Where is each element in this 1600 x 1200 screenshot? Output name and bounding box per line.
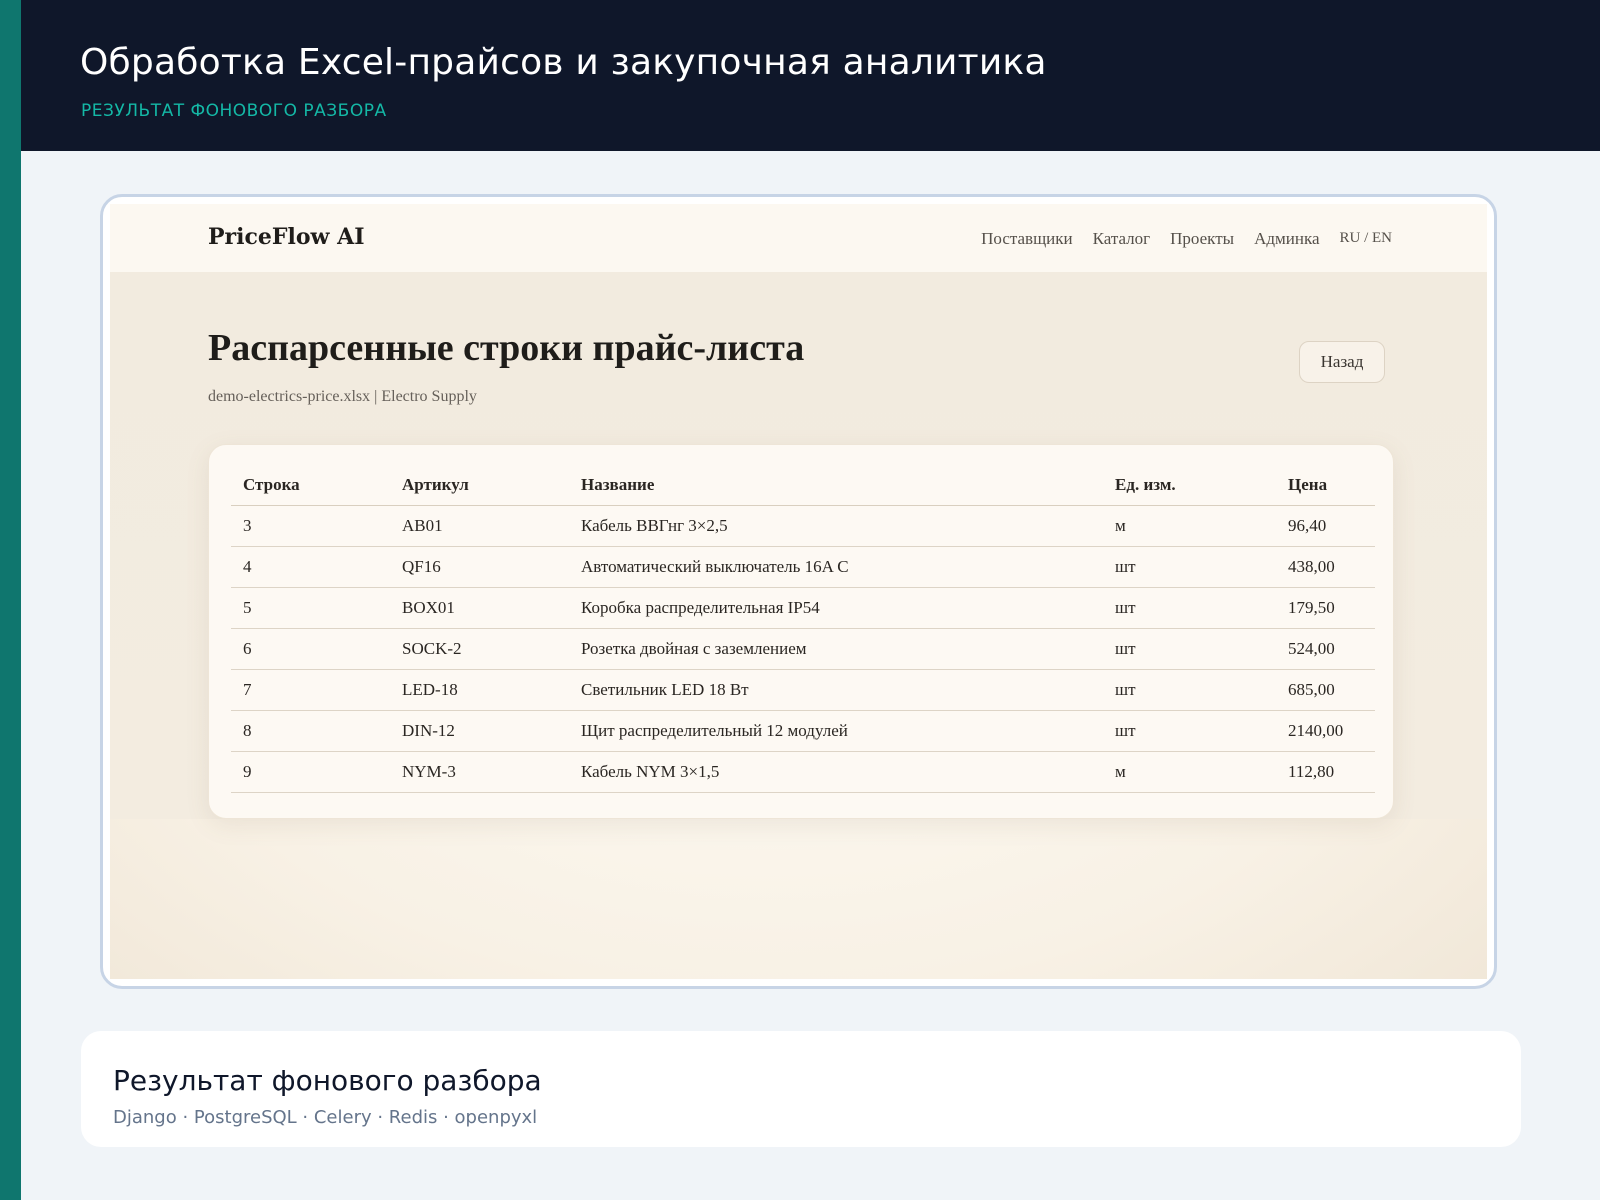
cell-unit: шт — [1103, 628, 1276, 670]
cell-name: Автоматический выключатель 16A C — [569, 546, 1103, 588]
app-content: Распарсенные строки прайс-листа demo-ele… — [110, 272, 1487, 819]
nav-suppliers[interactable]: Поставщики — [981, 229, 1073, 249]
column-header-row: Строка — [231, 465, 390, 506]
parsed-rows-table: Строка Артикул Название Ед. изм. Цена 3 … — [231, 465, 1375, 793]
cell-row: 9 — [231, 751, 390, 793]
screenshot-frame: PriceFlow AI Поставщики Каталог Проекты … — [100, 194, 1497, 989]
cell-name: Щит распределительный 12 модулей — [569, 710, 1103, 752]
table-row: 5 BOX01 Коробка распределительная IP54 ш… — [231, 587, 1375, 629]
table-card: Строка Артикул Название Ед. изм. Цена 3 … — [208, 444, 1394, 819]
cell-name: Коробка распределительная IP54 — [569, 587, 1103, 629]
presentation-header: Обработка Excel-прайсов и закупочная ана… — [21, 0, 1600, 151]
cell-name: Кабель NYM 3×1,5 — [569, 751, 1103, 793]
result-title: Результат фонового разбора — [113, 1064, 542, 1097]
nav-projects[interactable]: Проекты — [1170, 229, 1234, 249]
cell-name: Кабель ВВГнг 3×2,5 — [569, 505, 1103, 547]
cell-unit: шт — [1103, 710, 1276, 752]
cell-name: Светильник LED 18 Вт — [569, 669, 1103, 711]
cell-row: 7 — [231, 669, 390, 711]
nav-admin[interactable]: Админка — [1254, 229, 1319, 249]
back-button[interactable]: Назад — [1299, 341, 1385, 383]
nav-catalog[interactable]: Каталог — [1093, 229, 1151, 249]
accent-stripe — [0, 0, 21, 1200]
page-title: Распарсенные строки прайс-листа — [208, 327, 805, 369]
cell-sku: SOCK-2 — [390, 628, 569, 670]
table-row: 7 LED-18 Светильник LED 18 Вт шт 685,00 — [231, 669, 1375, 711]
cell-sku: BOX01 — [390, 587, 569, 629]
column-header-price: Цена — [1276, 465, 1375, 506]
cell-price: 524,00 — [1276, 628, 1375, 670]
column-header-sku: Артикул — [390, 465, 569, 506]
table-row: 8 DIN-12 Щит распределительный 12 модуле… — [231, 710, 1375, 752]
cell-row: 4 — [231, 546, 390, 588]
cell-name: Розетка двойная с заземлением — [569, 628, 1103, 670]
cell-sku: NYM-3 — [390, 751, 569, 793]
cell-price: 438,00 — [1276, 546, 1375, 588]
presentation-subtitle: РЕЗУЛЬТАТ ФОНОВОГО РАЗБОРА — [81, 101, 387, 121]
table-row: 9 NYM-3 Кабель NYM 3×1,5 м 112,80 — [231, 751, 1375, 793]
cell-price: 179,50 — [1276, 587, 1375, 629]
tech-stack: Django · PostgreSQL · Celery · Redis · o… — [113, 1107, 538, 1128]
cell-sku: DIN-12 — [390, 710, 569, 752]
language-switch[interactable]: RU / EN — [1340, 229, 1393, 249]
cell-row: 3 — [231, 505, 390, 547]
table-header-row: Строка Артикул Название Ед. изм. Цена — [231, 465, 1375, 506]
table-row: 6 SOCK-2 Розетка двойная с заземлением ш… — [231, 628, 1375, 670]
cell-unit: шт — [1103, 669, 1276, 711]
presentation-title: Обработка Excel-прайсов и закупочная ана… — [80, 42, 1047, 83]
cell-unit: м — [1103, 751, 1276, 793]
cell-sku: LED-18 — [390, 669, 569, 711]
column-header-name: Название — [569, 465, 1103, 506]
brand-logo[interactable]: PriceFlow AI — [208, 224, 365, 250]
table-row: 3 AB01 Кабель ВВГнг 3×2,5 м 96,40 — [231, 505, 1375, 547]
cell-sku: QF16 — [390, 546, 569, 588]
cell-price: 96,40 — [1276, 505, 1375, 547]
app-screenshot: PriceFlow AI Поставщики Каталог Проекты … — [110, 204, 1487, 979]
column-header-unit: Ед. изм. — [1103, 465, 1276, 506]
cell-sku: AB01 — [390, 505, 569, 547]
app-navbar: PriceFlow AI Поставщики Каталог Проекты … — [110, 204, 1487, 273]
nav-links: Поставщики Каталог Проекты Админка RU / … — [981, 229, 1392, 249]
cell-unit: шт — [1103, 546, 1276, 588]
cell-price: 685,00 — [1276, 669, 1375, 711]
result-card: Результат фонового разбора Django · Post… — [81, 1031, 1521, 1147]
cell-price: 2140,00 — [1276, 710, 1375, 752]
cell-unit: шт — [1103, 587, 1276, 629]
cell-row: 6 — [231, 628, 390, 670]
cell-row: 5 — [231, 587, 390, 629]
cell-unit: м — [1103, 505, 1276, 547]
file-meta: demo-electrics-price.xlsx | Electro Supp… — [208, 388, 477, 405]
cell-price: 112,80 — [1276, 751, 1375, 793]
cell-row: 8 — [231, 710, 390, 752]
table-row: 4 QF16 Автоматический выключатель 16A C … — [231, 546, 1375, 588]
